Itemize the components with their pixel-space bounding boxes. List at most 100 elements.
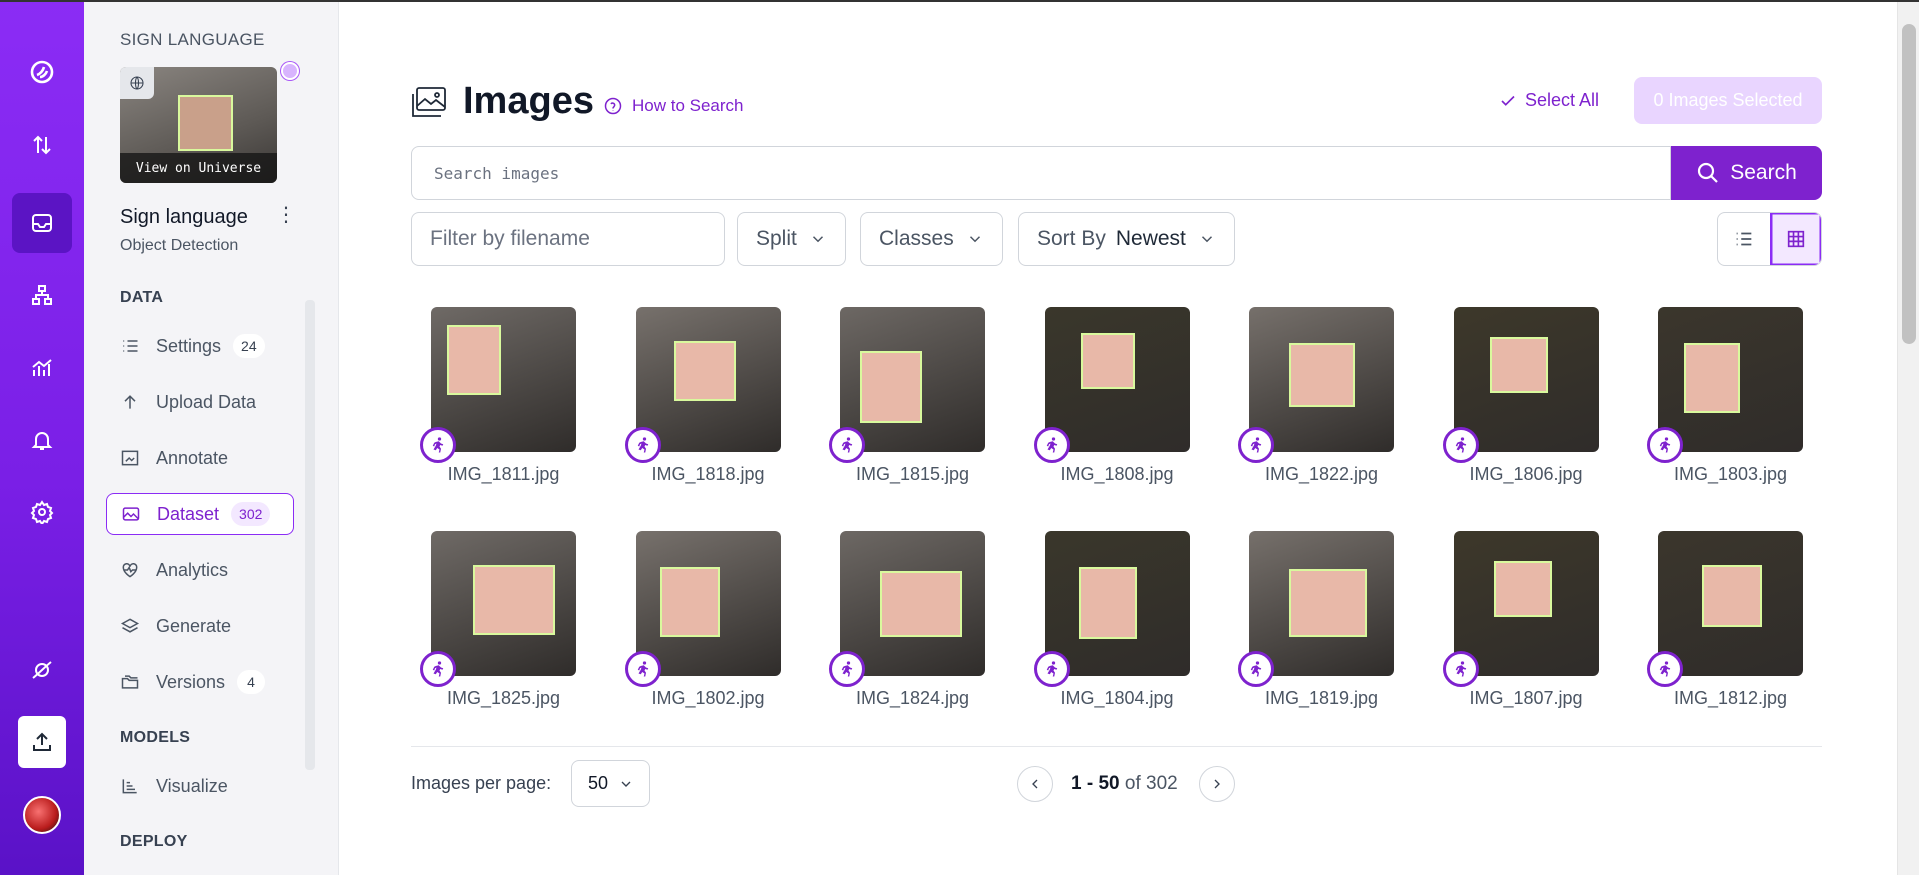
- image-card[interactable]: IMG_1806.jpg: [1442, 307, 1599, 493]
- page-scrollbar[interactable]: [1897, 0, 1919, 875]
- next-page-button[interactable]: [1199, 766, 1235, 802]
- running-person-icon: [1442, 427, 1479, 463]
- filename-filter-input[interactable]: [411, 212, 725, 266]
- folders-icon: [121, 675, 139, 689]
- grid-view-button[interactable]: [1769, 213, 1821, 265]
- hierarchy-icon: [32, 285, 52, 305]
- rail-upload[interactable]: [18, 716, 66, 768]
- how-to-search-link[interactable]: How to Search: [603, 96, 744, 116]
- sort-dropdown[interactable]: Sort By Newest: [1018, 212, 1235, 266]
- running-person-icon: [420, 651, 456, 687]
- sidebar-item-settings[interactable]: Settings 24: [106, 325, 294, 367]
- image-thumbnail[interactable]: [840, 531, 985, 676]
- count-badge: 302: [231, 502, 271, 526]
- per-page-select[interactable]: 50: [571, 760, 650, 807]
- image-thumbnail[interactable]: [1453, 307, 1599, 452]
- image-thumbnail[interactable]: [431, 531, 576, 676]
- image-thumbnail[interactable]: [431, 307, 576, 452]
- roboflow-logo[interactable]: [12, 42, 72, 102]
- image-card[interactable]: IMG_1802.jpg: [624, 531, 781, 717]
- image-card[interactable]: IMG_1815.jpg: [829, 307, 985, 493]
- image-thumbnail[interactable]: [1044, 307, 1190, 452]
- image-thumbnail[interactable]: [1453, 531, 1599, 676]
- list-view-button[interactable]: [1718, 213, 1770, 265]
- more-vert-icon[interactable]: ⋮: [276, 205, 296, 228]
- image-thumbnail[interactable]: [635, 531, 781, 676]
- image-card[interactable]: IMG_1819.jpg: [1238, 531, 1394, 717]
- sidebar-scrollbar[interactable]: [305, 300, 315, 770]
- project-type: Object Detection: [120, 237, 239, 254]
- running-person-icon: [829, 651, 865, 687]
- annotate-icon: [121, 450, 139, 466]
- view-toggle: [1717, 212, 1822, 266]
- rail-monitoring[interactable]: [12, 338, 72, 398]
- image-thumbnail[interactable]: [1044, 531, 1190, 676]
- split-dropdown[interactable]: Split: [737, 212, 846, 266]
- rail-transfer[interactable]: [12, 115, 72, 175]
- globe-icon[interactable]: [120, 67, 154, 99]
- rail-settings[interactable]: [12, 482, 72, 542]
- image-card[interactable]: IMG_1811.jpg: [420, 307, 576, 493]
- sidebar-item-label: Settings: [156, 335, 222, 356]
- image-card[interactable]: IMG_1818.jpg: [624, 307, 781, 493]
- images-selected-button[interactable]: 0 Images Selected: [1634, 77, 1822, 124]
- image-thumbnail[interactable]: [1249, 531, 1394, 676]
- rail-notifications[interactable]: [12, 410, 72, 470]
- sidebar-item-generate[interactable]: Generate: [106, 605, 294, 647]
- sidebar-item-annotate[interactable]: Annotate: [106, 437, 294, 479]
- page-range-value: 1 - 50: [1071, 773, 1120, 794]
- upload-icon: [33, 732, 51, 751]
- bounding-box: [860, 351, 922, 423]
- rail-universe[interactable]: [12, 640, 72, 700]
- search-button[interactable]: Search: [1671, 146, 1822, 200]
- image-thumbnail[interactable]: [840, 307, 985, 452]
- per-page-value: 50: [588, 773, 609, 793]
- avatar[interactable]: [23, 796, 61, 834]
- sidebar-item-label: Versions: [156, 671, 226, 692]
- select-all-button[interactable]: Select All: [1499, 90, 1599, 111]
- image-thumbnail[interactable]: [1658, 531, 1803, 676]
- sidebar-item-analytics[interactable]: Analytics: [106, 549, 294, 591]
- workspace-label: SIGN LANGUAGE: [120, 30, 265, 49]
- image-card[interactable]: IMG_1803.jpg: [1647, 307, 1803, 493]
- prev-page-button[interactable]: [1017, 766, 1053, 802]
- sidebar-item-visualize[interactable]: Visualize: [106, 765, 294, 807]
- sidebar-item-upload-data[interactable]: Upload Data: [106, 381, 294, 423]
- image-card[interactable]: IMG_1804.jpg: [1033, 531, 1190, 717]
- scrollbar-thumb[interactable]: [1902, 24, 1916, 344]
- search-icon: [1698, 162, 1718, 183]
- image-card[interactable]: IMG_1824.jpg: [829, 531, 985, 717]
- image-card[interactable]: IMG_1822.jpg: [1238, 307, 1394, 493]
- image-card[interactable]: IMG_1825.jpg: [420, 531, 576, 717]
- image-card[interactable]: IMG_1812.jpg: [1647, 531, 1803, 717]
- bounding-box: [1493, 561, 1552, 617]
- chevron-down-icon: [621, 781, 631, 787]
- image-filename: IMG_1803.jpg: [1673, 464, 1788, 484]
- sidebar-item-versions[interactable]: Versions 4: [106, 661, 294, 703]
- running-person-icon: [1647, 651, 1683, 687]
- sidebar-item-label: Generate: [156, 615, 232, 636]
- image-filename: IMG_1825.jpg: [446, 688, 561, 708]
- per-page-label: Images per page:: [411, 773, 552, 793]
- image-thumbnail[interactable]: [1658, 307, 1803, 452]
- image-card[interactable]: IMG_1807.jpg: [1442, 531, 1599, 717]
- bounding-box: [1080, 333, 1135, 389]
- image-card[interactable]: IMG_1808.jpg: [1033, 307, 1190, 493]
- view-on-universe-link[interactable]: View on Universe: [120, 153, 277, 183]
- image-thumbnail[interactable]: [1249, 307, 1394, 452]
- sort-label: Sort By: [1037, 227, 1106, 250]
- list-icon: [123, 340, 138, 352]
- image-filename: IMG_1815.jpg: [855, 464, 970, 484]
- page-range: 1 - 50 of 302: [1071, 773, 1178, 795]
- image-thumbnail[interactable]: [635, 307, 781, 452]
- sidebar-item-dataset[interactable]: Dataset 302: [106, 493, 294, 535]
- search-input[interactable]: [411, 146, 1671, 200]
- count-badge: 4: [237, 670, 266, 694]
- bounding-box: [659, 567, 720, 637]
- rail-workflows[interactable]: [12, 265, 72, 325]
- project-thumbnail[interactable]: View on Universe: [120, 67, 277, 183]
- image-filename: IMG_1807.jpg: [1469, 688, 1583, 708]
- classes-dropdown[interactable]: Classes: [860, 212, 1003, 266]
- rail-projects[interactable]: [12, 193, 72, 253]
- image-filename: IMG_1822.jpg: [1264, 464, 1379, 484]
